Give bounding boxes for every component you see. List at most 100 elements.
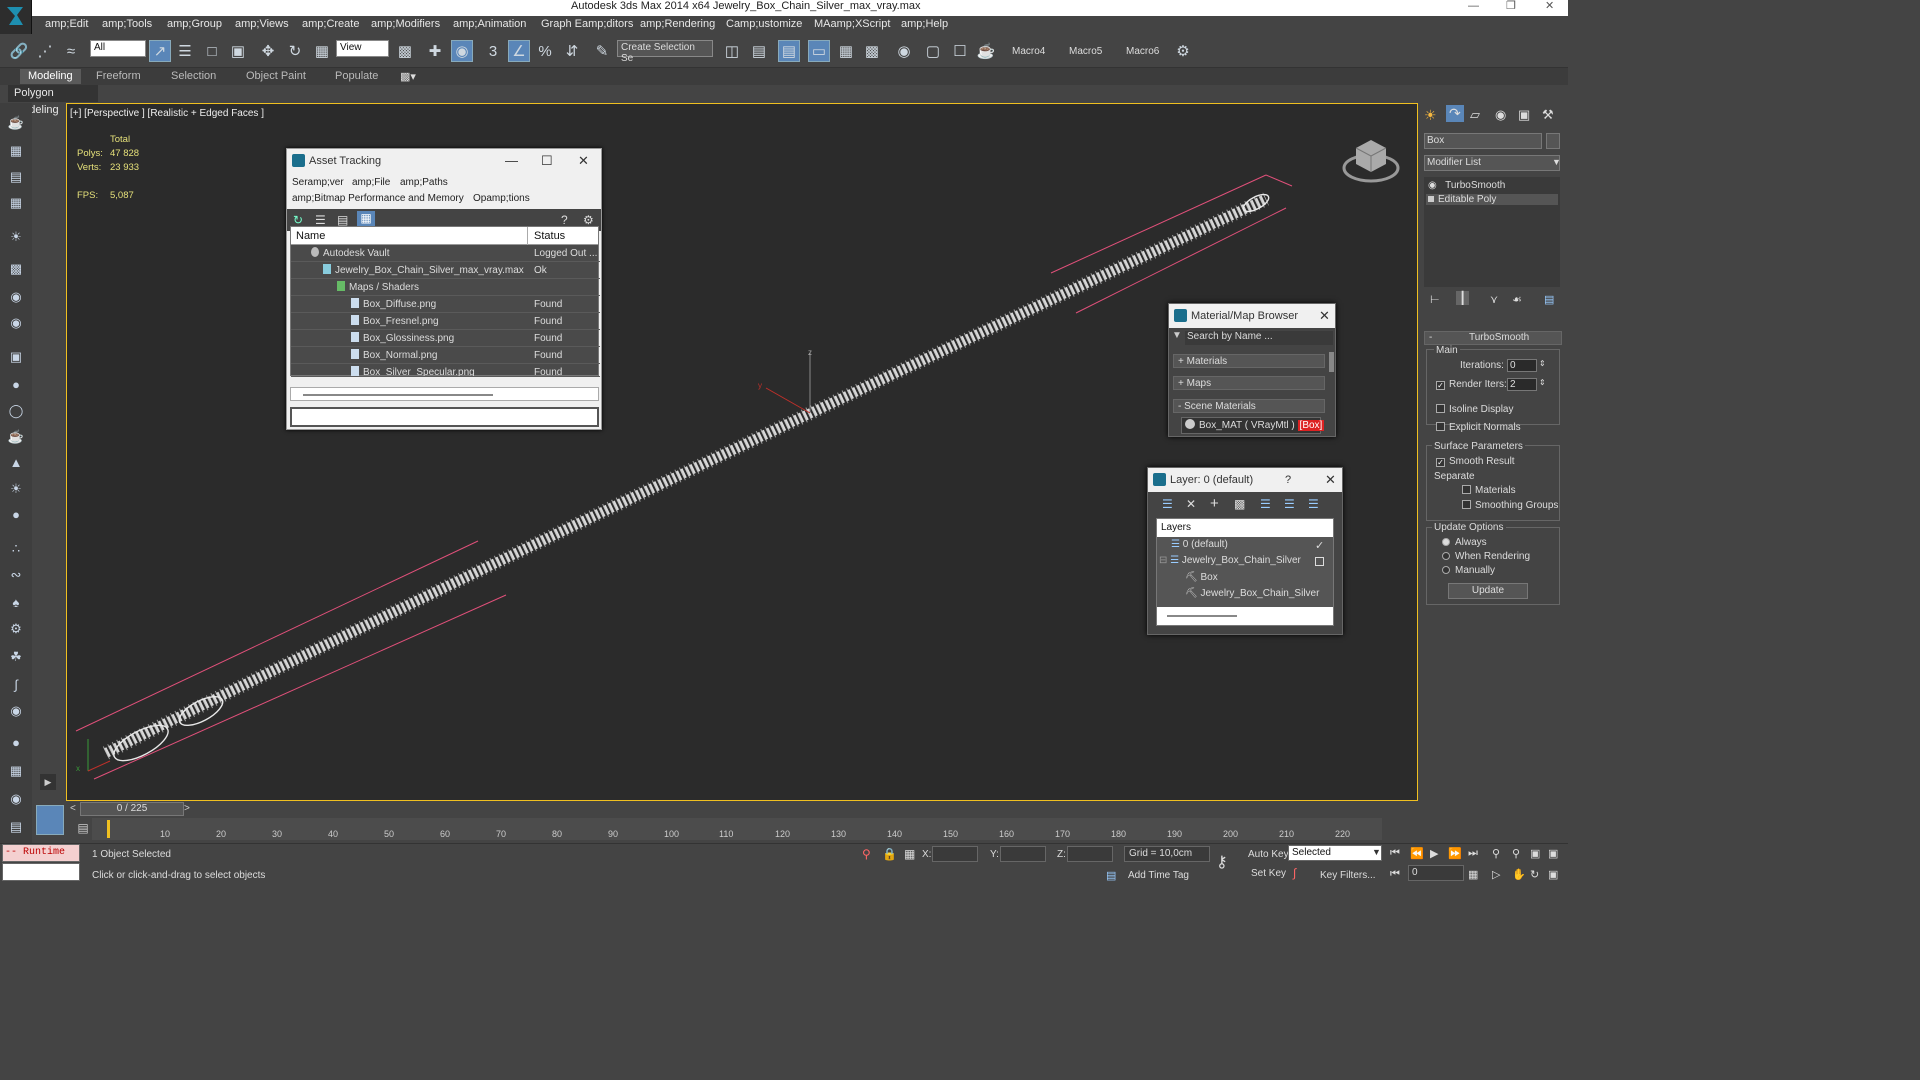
add-to-layer-icon[interactable]: +	[1210, 495, 1219, 512]
maxscript-listener[interactable]: -- Runtime e:	[2, 844, 80, 874]
menu-views[interactable]: amp;Views	[235, 18, 289, 30]
unlink-icon[interactable]: ⋰	[34, 40, 56, 62]
material-editor-icon[interactable]: ◉	[893, 40, 915, 62]
zoom-extents-icon[interactable]: ▣	[1530, 847, 1540, 860]
lock-selection-icon[interactable]: 🔒	[882, 847, 897, 861]
scrollbar-thumb[interactable]	[1329, 352, 1334, 372]
biped-icon[interactable]: ♠	[6, 595, 26, 613]
menu-edit[interactable]: amp;Edit	[45, 18, 88, 30]
menu-maxscript[interactable]: MAamp;XScript	[814, 18, 890, 30]
menu-graph-editors[interactable]: Graph Eamp;ditors	[541, 18, 633, 30]
current-frame-marker[interactable]	[107, 820, 110, 838]
isoline-checkbox[interactable]: Isoline Display	[1436, 404, 1513, 415]
settings-icon[interactable]: ⚙	[583, 213, 594, 227]
checkbox-box[interactable]	[1436, 422, 1445, 431]
keyboard-shortcut-icon[interactable]: ◉	[451, 40, 473, 62]
new-layer-icon[interactable]: ☰	[1162, 497, 1173, 511]
group-scene-materials[interactable]: - Scene Materials	[1173, 399, 1325, 413]
menu-create[interactable]: amp;Create	[302, 18, 359, 30]
smooth-result-checkbox[interactable]: ✓ Smooth Result	[1436, 456, 1515, 467]
select-layer-icon[interactable]: ▩	[1234, 497, 1245, 511]
mirror-icon[interactable]: ◫	[721, 40, 743, 62]
dropdown-arrow-icon[interactable]: ▼	[1372, 847, 1381, 857]
manually-radio[interactable]: Manually	[1442, 565, 1495, 576]
select-manipulate-icon[interactable]: ✚	[424, 40, 446, 62]
layer-checkbox[interactable]	[1315, 557, 1324, 566]
hide-all-icon[interactable]: ☰	[1284, 497, 1295, 511]
radio-selected[interactable]	[1442, 538, 1450, 546]
layers-header[interactable]: Layers	[1157, 519, 1333, 537]
polygon-modeling-panel[interactable]: Polygon Modeling	[8, 85, 98, 116]
geosphere-icon[interactable]: ●	[6, 507, 26, 525]
spinner-arrows-icon[interactable]: ⇕	[1539, 359, 1546, 368]
display-tab-icon[interactable]: ▣	[1518, 107, 1530, 123]
spacewarp-icon[interactable]: ◉	[6, 315, 26, 333]
collapse-icon[interactable]: -	[1429, 332, 1432, 343]
camera-icon[interactable]: ▩	[6, 261, 26, 279]
time-slider[interactable]: < 0 / 225 >	[66, 801, 1418, 817]
expand-arrow-icon[interactable]: ▶	[40, 774, 56, 790]
table-row[interactable]: Maps / Shaders	[291, 280, 600, 296]
percent-snap-icon[interactable]: %	[534, 40, 556, 62]
stack-item[interactable]: ◉ TurboSmooth	[1428, 180, 1505, 191]
settings-icon[interactable]: ⚙	[6, 621, 26, 639]
viewcube[interactable]	[1342, 130, 1400, 186]
teapot-icon[interactable]: ☕	[6, 115, 26, 133]
named-selection-input[interactable]: Create Selection Se	[617, 40, 713, 64]
render-setup-icon[interactable]: ▢	[922, 40, 944, 62]
scene-material-item[interactable]: Box_MAT ( VRayMtl ) [Box]	[1181, 417, 1325, 434]
modifier-list-dropdown[interactable]: Modifier List	[1424, 155, 1560, 171]
update-button[interactable]: Update	[1448, 583, 1528, 599]
smoothing-groups-checkbox[interactable]: Smoothing Groups	[1462, 500, 1558, 511]
refresh-icon[interactable]: ↻	[293, 213, 303, 227]
rect-selection-icon[interactable]: □	[201, 40, 223, 62]
modify-tab-icon[interactable]: ↷	[1446, 105, 1464, 122]
app-logo[interactable]	[0, 0, 32, 34]
radio-button[interactable]	[1442, 552, 1450, 560]
remove-modifier-icon[interactable]: ☙	[1512, 293, 1522, 306]
maximize-viewport-icon[interactable]: ▣	[1548, 868, 1558, 881]
snaps-toggle-icon[interactable]: 3	[482, 40, 504, 62]
table-view-icon[interactable]: ▤	[337, 213, 348, 227]
graphite-toggle-icon[interactable]: ▭	[808, 40, 830, 62]
lightbulb-icon[interactable]: ◉	[1428, 180, 1437, 191]
image-icon[interactable]: ▦	[6, 143, 26, 161]
absolute-mode-icon[interactable]: ▦	[904, 847, 915, 861]
render-icon[interactable]: ◉	[6, 791, 26, 809]
restore-icon[interactable]: ❐	[1506, 0, 1516, 13]
key-mode-toggle-icon[interactable]: ⏮	[1390, 868, 1400, 881]
curve-icon[interactable]: ∫	[1293, 866, 1296, 880]
list-icon[interactable]: ▤	[6, 169, 26, 187]
menu-help[interactable]: amp;Help	[901, 18, 948, 30]
reference-coord-dropdown[interactable]: View	[336, 40, 389, 57]
trackbar-toggle-icon[interactable]: ▤	[74, 821, 92, 837]
column-name[interactable]: Name	[296, 230, 325, 242]
link-icon[interactable]: 🔗	[8, 40, 30, 62]
utilities-tab-icon[interactable]: ⚒	[1542, 107, 1554, 123]
teapot-primitive-icon[interactable]: ☕	[6, 429, 26, 447]
maxscript-input[interactable]	[2, 863, 80, 881]
set-key-button[interactable]: Set Key	[1251, 868, 1286, 879]
asset-tracking-titlebar[interactable]: Asset Tracking — ☐ ✕	[287, 149, 601, 173]
help-button[interactable]: ?	[1285, 468, 1291, 492]
script-icon[interactable]: ▦	[6, 763, 26, 781]
sphere-icon[interactable]: ●	[6, 377, 26, 395]
zoom-all-icon[interactable]: ⚲	[1512, 847, 1520, 860]
table-row[interactable]: Jewelry_Box_Chain_Silver_max_vray.max Ok	[291, 263, 600, 279]
materials-checkbox[interactable]: Materials	[1462, 485, 1516, 496]
go-to-start-icon[interactable]: ⏮	[1390, 847, 1400, 860]
checkbox-box[interactable]	[1462, 485, 1471, 494]
render-teapot-icon[interactable]: ☕	[975, 40, 997, 62]
spinner-arrows-icon[interactable]: ⇕	[1539, 378, 1546, 387]
rotate-icon[interactable]: ↻	[284, 40, 306, 62]
asset-menu-server[interactable]: Seramp;ver	[292, 177, 344, 188]
docs-icon[interactable]: ▤	[6, 819, 26, 837]
dropdown-arrow-icon[interactable]: ▼	[1552, 157, 1561, 167]
tab-object-paint[interactable]: Object Paint	[246, 70, 306, 82]
track-bar[interactable]: 10 20 30 40 50 60 70 80 90 100 110 120 1…	[92, 818, 1382, 840]
material-browser-titlebar[interactable]: Material/Map Browser ✕	[1169, 304, 1335, 328]
check-icon[interactable]: ✓	[1436, 381, 1445, 390]
menu-group[interactable]: amp;Group	[167, 18, 222, 30]
explicit-normals-checkbox[interactable]: Explicit Normals	[1436, 422, 1521, 433]
layer-manager-icon[interactable]: ▤	[778, 40, 800, 62]
